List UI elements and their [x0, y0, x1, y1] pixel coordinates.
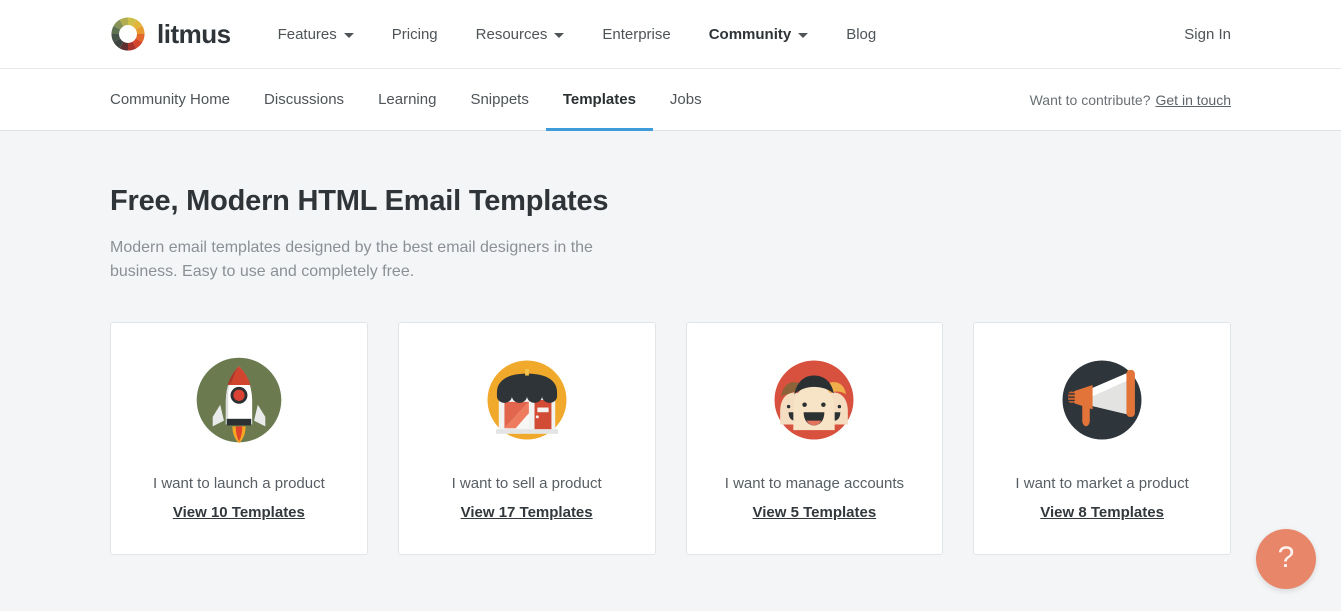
category-card-label: I want to manage accounts: [725, 475, 904, 492]
people-icon: [767, 353, 861, 447]
category-card-label: I want to launch a product: [153, 475, 325, 492]
category-card-manage-accounts[interactable]: I want to manage accounts View 5 Templat…: [686, 322, 944, 555]
chevron-down-icon: [798, 33, 808, 38]
community-subnav: Community Home Discussions Learning Snip…: [0, 69, 1341, 131]
nav-item-features[interactable]: Features: [259, 0, 373, 69]
category-card-label: I want to market a product: [1015, 475, 1188, 492]
category-card-launch-a-product[interactable]: I want to launch a product View 10 Templ…: [110, 322, 368, 555]
nav-item-label: Pricing: [392, 0, 438, 69]
sign-in-link[interactable]: Sign In: [1184, 26, 1231, 43]
rocket-icon: [192, 353, 286, 447]
view-templates-link[interactable]: View 5 Templates: [753, 504, 877, 521]
brand-logo-link[interactable]: litmus: [110, 16, 231, 52]
contribute-text: Want to contribute?: [1030, 92, 1151, 108]
nav-item-community[interactable]: Community: [690, 0, 828, 69]
nav-item-label: Enterprise: [602, 0, 670, 69]
category-card-label: I want to sell a product: [452, 475, 602, 492]
nav-item-label: Blog: [846, 0, 876, 69]
nav-item-label: Features: [278, 0, 337, 69]
main-navigation: Features Pricing Resources Enterprise Co…: [259, 0, 896, 69]
subnav-item-jobs[interactable]: Jobs: [653, 69, 719, 130]
nav-item-label: Community: [709, 0, 792, 69]
top-header: litmus Features Pricing Resources Enterp…: [0, 0, 1341, 69]
view-templates-link[interactable]: View 10 Templates: [173, 504, 305, 521]
view-templates-link[interactable]: View 8 Templates: [1040, 504, 1164, 521]
category-card-market-a-product[interactable]: I want to market a product View 8 Templa…: [973, 322, 1231, 555]
subnav-item-community-home[interactable]: Community Home: [110, 69, 247, 130]
help-button[interactable]: ?: [1256, 529, 1316, 589]
subnav-item-snippets[interactable]: Snippets: [453, 69, 545, 130]
question-mark-icon: ?: [1278, 543, 1295, 573]
nav-item-resources[interactable]: Resources: [457, 0, 584, 69]
category-card-sell-a-product[interactable]: I want to sell a product View 17 Templat…: [398, 322, 656, 555]
brand-name: litmus: [157, 19, 231, 50]
get-in-touch-link[interactable]: Get in touch: [1156, 92, 1232, 108]
subnav-items: Community Home Discussions Learning Snip…: [110, 69, 719, 130]
nav-item-enterprise[interactable]: Enterprise: [583, 0, 689, 69]
page-title: Free, Modern HTML Email Templates: [110, 185, 1231, 218]
nav-item-label: Resources: [476, 0, 548, 69]
page-subtitle: Modern email templates designed by the b…: [110, 236, 600, 284]
subnav-item-learning[interactable]: Learning: [361, 69, 453, 130]
chevron-down-icon: [344, 33, 354, 38]
contribute-prompt: Want to contribute? Get in touch: [1030, 69, 1231, 130]
template-category-card-grid: I want to launch a product View 10 Templ…: [110, 322, 1231, 555]
subnav-item-templates[interactable]: Templates: [546, 69, 653, 130]
chevron-down-icon: [554, 33, 564, 38]
litmus-color-wheel-logo: [110, 16, 146, 52]
nav-item-blog[interactable]: Blog: [827, 0, 895, 69]
main-content: Free, Modern HTML Email Templates Modern…: [0, 131, 1341, 555]
storefront-icon: [480, 353, 574, 447]
megaphone-icon: [1055, 353, 1149, 447]
view-templates-link[interactable]: View 17 Templates: [461, 504, 593, 521]
subnav-item-discussions[interactable]: Discussions: [247, 69, 361, 130]
nav-item-pricing[interactable]: Pricing: [373, 0, 457, 69]
